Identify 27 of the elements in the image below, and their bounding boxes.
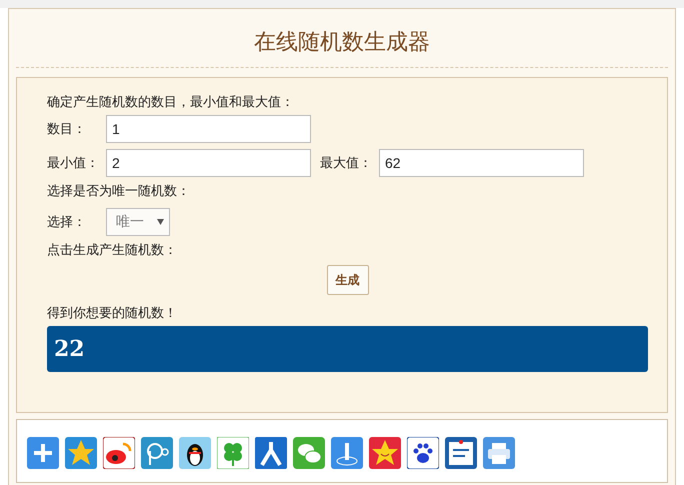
paw-icon[interactable]	[407, 436, 439, 468]
min-label: 最小值：	[47, 155, 100, 172]
note-icon[interactable]	[445, 436, 477, 468]
person-icon[interactable]	[255, 436, 287, 468]
count-field[interactable]: 1	[106, 115, 311, 143]
intro-text: 确定产生随机数的数目，最小值和最大值：	[47, 94, 295, 112]
choice-label: 选择：	[47, 214, 87, 231]
print-icon[interactable]	[483, 436, 515, 468]
choice-select[interactable]: 唯一	[106, 208, 170, 236]
generate-prompt: 点击生成产生随机数：	[47, 242, 178, 260]
eye-icon[interactable]	[103, 436, 135, 468]
chat-icon[interactable]	[293, 436, 325, 468]
count-label: 数目：	[47, 121, 87, 138]
caret-icon	[157, 219, 164, 225]
result-display: 22	[47, 326, 648, 372]
plus-icon[interactable]	[27, 436, 59, 468]
max-field[interactable]: 62	[379, 149, 584, 177]
clover-icon[interactable]	[217, 436, 249, 468]
signal-icon[interactable]	[141, 436, 173, 468]
result-label: 得到你想要的随机数！	[47, 305, 178, 323]
penguin-icon[interactable]	[179, 436, 211, 468]
unique-prompt: 选择是否为唯一随机数：	[47, 183, 191, 201]
page-title: 在线随机数生成器	[16, 9, 668, 68]
generate-button[interactable]: 生成	[326, 265, 368, 295]
max-label: 最大值：	[320, 155, 373, 172]
min-field[interactable]: 2	[106, 149, 311, 177]
badge-icon[interactable]	[331, 436, 363, 468]
